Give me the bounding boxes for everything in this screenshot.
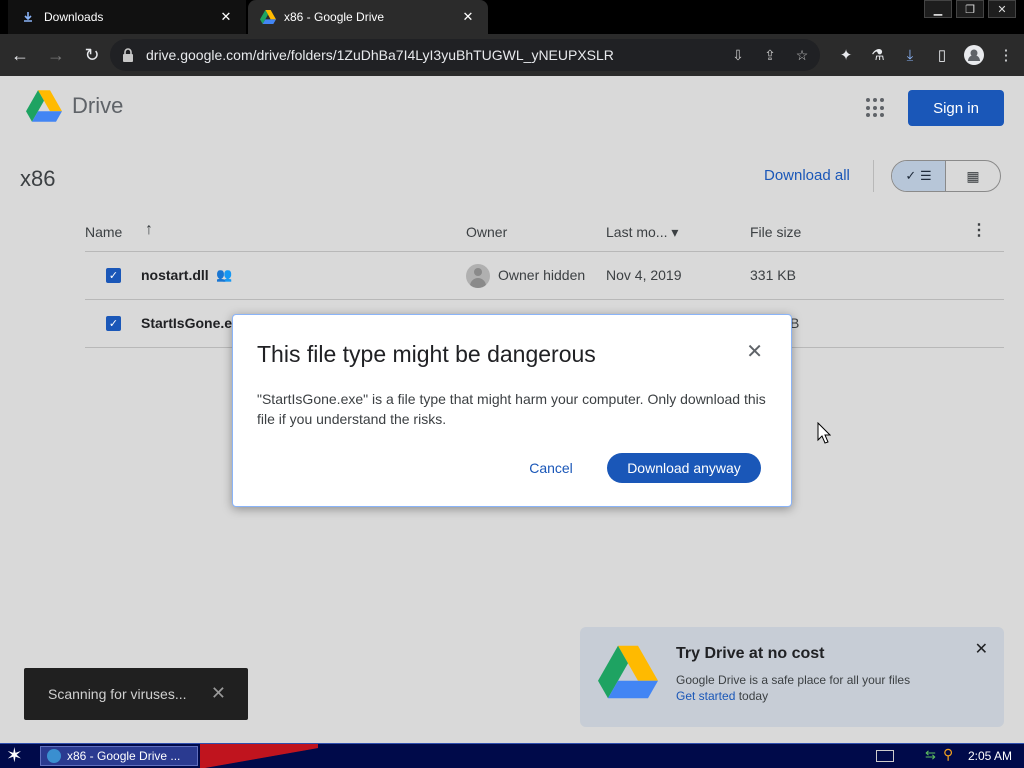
dialog-title: This file type might be dangerous	[257, 341, 596, 367]
shared-people-icon: 👥	[216, 267, 233, 282]
share-icon[interactable]: ⇪	[758, 43, 782, 67]
tab-google-drive[interactable]: x86 - Google Drive ✕	[248, 0, 488, 34]
table-row[interactable]: ✓ nostart.dll 👥 Owner hidden Nov 4, 2019…	[85, 252, 1004, 300]
browser-icon	[47, 749, 61, 763]
get-started-link[interactable]: Get started	[676, 689, 735, 703]
downloads-progress-icon[interactable]: ⤓	[896, 39, 924, 71]
close-icon[interactable]: ✕	[218, 9, 234, 25]
close-icon[interactable]: ✕	[746, 339, 763, 364]
promo-body: Google Drive is a safe place for all you…	[676, 673, 911, 687]
taskbar: ✶ x86 - Google Drive ... ⇆ ⚲ 2:05 AM	[0, 743, 1024, 768]
drive-logo-icon	[26, 90, 62, 122]
promo-cta-suffix: today	[735, 689, 769, 703]
toolbar-actions: ✦ ⚗ ⤓ ▯ ⋮	[832, 39, 1020, 71]
download-all-button[interactable]: Download all	[764, 167, 850, 184]
list-view-button[interactable]: ✓ ☰	[892, 161, 947, 191]
file-size: 331 KB	[750, 267, 796, 283]
browser-toolbar: ← → ↻ drive.google.com/drive/folders/1Zu…	[0, 34, 1024, 76]
mouse-cursor-icon	[817, 422, 831, 444]
search-icon[interactable]: ⚲	[943, 746, 953, 763]
file-name: StartIsGone.e	[141, 315, 233, 331]
list-icon: ☰	[919, 168, 932, 183]
sort-arrow-up-icon[interactable]: ↑	[145, 221, 153, 239]
snackbar-message: Scanning for viruses...	[48, 686, 187, 702]
tab-downloads[interactable]: Downloads ✕	[8, 0, 246, 34]
promo-card: Try Drive at no cost Google Drive is a s…	[580, 627, 1004, 727]
clock[interactable]: 2:05 AM	[968, 749, 1012, 763]
grid-icon: ▦	[966, 167, 980, 184]
omnibox-actions: ⇩ ⇪ ☆	[726, 43, 814, 67]
column-last-modified[interactable]: Last mo... ▾	[606, 224, 678, 241]
close-icon[interactable]: ✕	[460, 9, 476, 25]
drive-logo-icon	[260, 9, 276, 25]
promo-cta: Get started today	[676, 689, 768, 703]
close-window-icon[interactable]: ✕	[988, 0, 1016, 18]
folder-title: x86	[20, 166, 56, 191]
drive-logo[interactable]: Drive	[26, 90, 123, 122]
address-bar[interactable]: drive.google.com/drive/folders/1ZuDhBa7I…	[110, 39, 820, 71]
sign-in-button[interactable]: Sign in	[908, 90, 1004, 126]
promo-title: Try Drive at no cost	[676, 645, 825, 662]
profile-avatar-icon[interactable]	[960, 39, 988, 71]
snackbar: Scanning for viruses... ✕	[24, 668, 248, 720]
dangerous-file-dialog: This file type might be dangerous ✕ "Sta…	[232, 314, 792, 507]
file-modified: Nov 4, 2019	[606, 267, 682, 283]
restore-icon[interactable]: ❐	[956, 0, 984, 18]
side-panel-icon[interactable]: ▯	[928, 39, 956, 71]
taskbar-decoration	[200, 744, 318, 768]
labs-flask-icon[interactable]: ⚗	[864, 39, 892, 71]
apps-grid-icon[interactable]	[866, 98, 886, 118]
checkbox-checked-icon[interactable]: ✓	[106, 268, 121, 283]
lock-icon	[122, 48, 136, 62]
owner-avatar-icon	[466, 264, 490, 288]
grid-view-button[interactable]: ▦	[946, 161, 1000, 191]
more-vert-icon[interactable]: ⋮	[971, 220, 987, 240]
drive-product-name: Drive	[72, 93, 124, 118]
extensions-puzzle-icon[interactable]: ✦	[832, 39, 860, 71]
window-controls: ▁ ❐ ✕	[924, 0, 1016, 18]
file-table-header: Name ↑ Owner Last mo... ▾ File size ⋮	[85, 220, 1004, 252]
file-name: nostart.dll	[141, 267, 209, 283]
check-icon: ✓	[905, 168, 917, 183]
url-text: drive.google.com/drive/folders/1ZuDhBa7I…	[146, 47, 614, 63]
keyboard-icon[interactable]	[876, 750, 894, 762]
tab-strip: Downloads ✕ x86 - Google Drive ✕ ▁ ❐ ✕	[0, 0, 1024, 34]
back-arrow-icon[interactable]: ←	[4, 39, 36, 71]
taskbar-item-browser[interactable]: x86 - Google Drive ...	[40, 746, 198, 766]
caret-down-icon: ▾	[671, 224, 679, 240]
close-icon[interactable]: ✕	[975, 639, 988, 659]
bookmark-star-icon[interactable]: ☆	[790, 43, 814, 67]
tab-label: x86 - Google Drive	[284, 10, 385, 24]
drive-logo-icon	[598, 645, 658, 704]
install-app-icon[interactable]: ⇩	[726, 43, 750, 67]
dialog-message: "StartIsGone.exe" is a file type that mi…	[257, 391, 766, 427]
file-owner: Owner hidden	[498, 267, 586, 283]
forward-arrow-icon[interactable]: →	[40, 39, 72, 71]
checkbox-checked-icon[interactable]: ✓	[106, 316, 121, 331]
taskbar-item-label: x86 - Google Drive ...	[67, 749, 181, 763]
download-anyway-button[interactable]: Download anyway	[607, 453, 761, 483]
close-icon[interactable]: ✕	[211, 683, 226, 704]
network-icon[interactable]: ⇆	[925, 747, 936, 763]
minimize-icon[interactable]: ▁	[924, 0, 952, 18]
divider	[873, 160, 874, 192]
kebab-menu-icon[interactable]: ⋮	[992, 39, 1020, 71]
column-file-size: File size	[750, 224, 802, 240]
reload-icon[interactable]: ↻	[76, 39, 108, 71]
view-toggle: ✓ ☰ ▦	[891, 160, 1001, 192]
download-icon	[20, 9, 36, 25]
column-name[interactable]: Name	[85, 224, 122, 240]
cancel-button[interactable]: Cancel	[519, 453, 583, 483]
start-star-icon[interactable]: ✶	[6, 746, 23, 766]
column-owner: Owner	[466, 224, 508, 240]
tab-label: Downloads	[44, 10, 104, 24]
